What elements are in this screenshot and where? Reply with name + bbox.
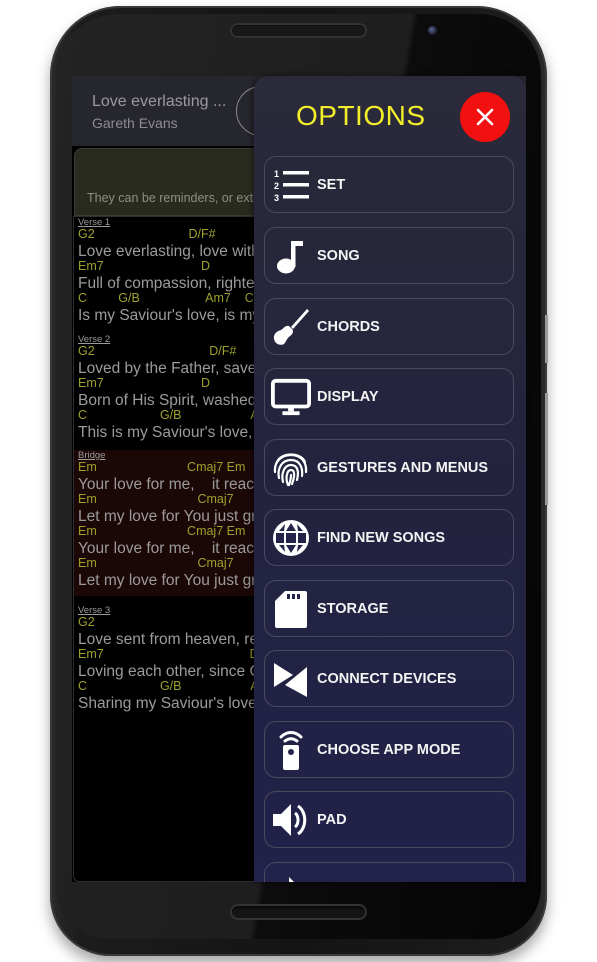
menu-item-find-new-songs[interactable]: FIND NEW SONGS [264,509,514,566]
metronome-icon [271,877,311,882]
menu-label: FIND NEW SONGS [317,529,446,546]
numbered-list-icon: 1 2 3 [271,165,311,205]
menu-item-choose-app-mode[interactable]: CHOOSE APP MODE [264,721,514,778]
svg-text:3: 3 [274,193,279,203]
chord-line: G2 D/F# [78,227,216,241]
svg-text:1: 1 [274,169,279,179]
menu-label: PAD [317,811,347,828]
menu-label: STORAGE [317,600,389,617]
menu-item-set[interactable]: 1 2 3 SET [264,156,514,213]
chord-line: Em Cmaj7 [78,492,234,506]
menu-label: CONNECT DEVICES [317,670,457,687]
power-button [545,315,548,363]
menu-item-display[interactable]: DISPLAY [264,368,514,425]
chord-line: C G/B A [78,679,259,693]
menu-label: SET [317,176,346,193]
chord-line: Em Cmaj7 [78,556,234,570]
guitar-icon [271,307,311,347]
chord-line: Em7 D [78,376,210,390]
lyric-line: This is my Saviour's love, th [78,424,270,441]
sd-card-icon [271,589,311,629]
song-title[interactable]: Love everlasting ... [92,93,226,111]
chord-line: Em Cmaj7 Em [78,460,246,474]
menu-label: CHORDS [317,318,380,335]
volume-button [545,393,548,505]
options-title: OPTIONS [296,100,426,131]
lyric-line: Sharing my Saviour's love, s [78,695,274,712]
chord-line: G2 D [78,615,264,629]
menu-label: CHOOSE APP MODE [317,741,461,758]
speaker-icon [271,800,311,840]
menu-item-song[interactable]: SONG [264,227,514,284]
front-camera [428,26,437,35]
menu-label: GESTURES AND MENUS [317,459,489,476]
svg-text:2: 2 [274,181,279,191]
fingerprint-icon [271,448,311,488]
connect-devices-icon [271,659,311,699]
monitor-icon [271,377,311,417]
sticky-notes-text: They can be reminders, or extra [87,191,265,205]
bottom-speaker [230,904,367,920]
menu-label: SONG [317,247,360,264]
menu-item-gestures[interactable]: GESTURES AND MENUS [264,439,514,496]
lyric-line: Let my love for You just gro [78,572,265,589]
lyric-line: Is my Saviour's love, is my F [78,307,274,324]
menu-item-chords[interactable]: CHORDS [264,298,514,355]
menu-item-pad[interactable]: PAD [264,791,514,848]
menu-item-storage[interactable]: STORAGE [264,580,514,637]
chord-line: C G/B Am7 C [78,291,254,305]
close-icon [476,108,494,126]
music-note-icon [271,236,311,276]
menu-item-metronome[interactable] [264,862,514,882]
chord-line: Em7 D [78,259,210,273]
remote-control-icon [271,730,311,770]
globe-icon [271,518,311,558]
earpiece-speaker [230,23,367,38]
options-panel: OPTIONS 1 2 3 SET SONG CHORDS DISPLAY GE… [254,76,526,882]
close-button[interactable] [460,92,510,142]
menu-label: DISPLAY [317,388,379,405]
chord-line: G2 D/F# [78,344,237,358]
menu-item-connect-devices[interactable]: CONNECT DEVICES [264,650,514,707]
chord-line: Em7 D [78,647,259,661]
chord-line: Em Cmaj7 Em [78,524,246,538]
chord-line: C G/B Am [78,408,270,422]
song-author: Gareth Evans [92,115,178,131]
